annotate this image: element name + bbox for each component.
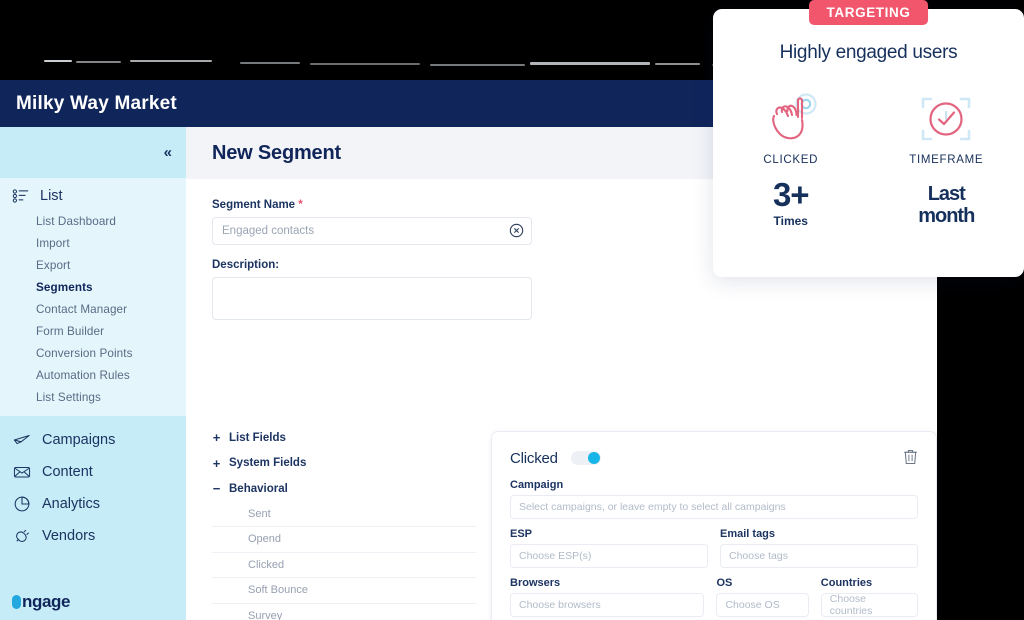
- clear-circle-icon[interactable]: [509, 223, 524, 238]
- logo-text: ngage: [22, 592, 71, 611]
- sidebar-item-label: Campaigns: [42, 432, 116, 448]
- tree-item-clicked[interactable]: Clicked: [212, 553, 476, 578]
- tree-item-survey[interactable]: Survey: [212, 604, 476, 620]
- click-hand-icon: [713, 90, 869, 148]
- sidebar-main-nav: Campaigns Content Analytics Vendors: [0, 416, 186, 552]
- countries-label: Countries: [820, 577, 873, 589]
- minus-icon: −: [212, 481, 221, 497]
- sidebar-item-import[interactable]: Import: [0, 232, 186, 254]
- required-asterisk: *: [298, 199, 303, 211]
- campaign-label: Campaign: [510, 479, 564, 491]
- targeting-stat-sub: Times: [773, 214, 808, 228]
- segment-name-input[interactable]: [212, 217, 532, 245]
- targeting-card: TARGETING Highly engaged users CLICKED 3…: [713, 0, 1024, 277]
- targeting-stats: CLICKED 3+ Times TIMEFRAME Last month: [713, 90, 1024, 228]
- segment-name-label-text: Segment Name: [212, 199, 296, 211]
- sidebar-item-automation-rules[interactable]: Automation Rules: [0, 364, 186, 386]
- trash-icon[interactable]: [903, 448, 918, 465]
- pie-chart-icon: [14, 496, 30, 512]
- plus-icon: +: [212, 455, 221, 471]
- os-field: OS Choose OS: [716, 568, 809, 617]
- targeting-stat-clicked: CLICKED 3+ Times: [713, 90, 869, 228]
- targeting-stat-caption: TIMEFRAME: [909, 154, 984, 166]
- esp-tags-row: ESP Choose ESP(s) Email tags Choose tags: [510, 519, 918, 568]
- plug-icon: [16, 529, 29, 543]
- sidebar-item-list-dashboard[interactable]: List Dashboard: [0, 210, 186, 232]
- condition-card: Clicked Campaign Select campaigns, or le…: [491, 431, 937, 620]
- sidebar-item-content[interactable]: Content: [0, 456, 186, 488]
- esp-input[interactable]: Choose ESP(s): [510, 544, 708, 568]
- tree-item-opend[interactable]: Opend: [212, 527, 476, 553]
- sidebar-item-vendors[interactable]: Vendors: [0, 520, 186, 552]
- sidebar-item-list-settings[interactable]: List Settings: [0, 386, 186, 408]
- condition-toggle[interactable]: [570, 451, 601, 465]
- countries-field: Countries Choose countries: [820, 568, 919, 617]
- sidebar-item-analytics[interactable]: Analytics: [0, 488, 186, 520]
- browsers-input[interactable]: Choose browsers: [510, 593, 705, 617]
- app-title: Milky Way Market: [16, 92, 177, 114]
- targeting-stat-value: Last month: [869, 183, 1024, 227]
- esp-field: ESP Choose ESP(s): [510, 519, 708, 568]
- countries-input[interactable]: Choose countries: [820, 593, 919, 617]
- sidebar-item-contact-manager[interactable]: Contact Manager: [0, 298, 186, 320]
- description-textarea[interactable]: [212, 277, 532, 320]
- sidebar-item-label: Vendors: [42, 528, 96, 544]
- sidebar-item-label: Content: [42, 464, 93, 480]
- sidebar-item-label: List: [40, 188, 63, 204]
- tree-group-label: System Fields: [229, 457, 307, 470]
- browsers-field: Browsers Choose browsers: [510, 568, 705, 617]
- list-icon: [12, 189, 29, 203]
- targeting-badge: TARGETING: [808, 0, 929, 25]
- browsers-os-countries-row: Browsers Choose browsers OS Choose OS Co…: [510, 568, 919, 617]
- targeting-title: Highly engaged users: [779, 42, 958, 63]
- field-tree: + List Fields + System Fields − Behavior…: [186, 425, 476, 620]
- targeting-stat-caption: CLICKED: [763, 154, 819, 166]
- chevron-double-left-icon[interactable]: «: [164, 145, 172, 160]
- sidebar-item-export[interactable]: Export: [0, 254, 186, 276]
- logo-mark-icon: [12, 595, 21, 609]
- tree-group-label: Behavioral: [229, 482, 288, 495]
- sidebar-item-segments[interactable]: Segments: [0, 276, 186, 298]
- sidebar-item-list[interactable]: List: [0, 182, 186, 210]
- segment-builder: + List Fields + System Fields − Behavior…: [186, 425, 937, 620]
- toggle-knob: [587, 452, 600, 464]
- targeting-stat-value: 3+: [772, 176, 810, 213]
- tree-group-system-fields[interactable]: + System Fields: [212, 451, 476, 477]
- sidebar-item-label: Analytics: [42, 496, 101, 512]
- segment-name-field: [212, 217, 532, 245]
- plus-icon: +: [212, 430, 221, 446]
- sidebar: « List List Dashboard Import Export Segm…: [0, 127, 186, 620]
- condition-title: Clicked: [510, 449, 558, 467]
- browsers-label: Browsers: [510, 577, 561, 589]
- clock-target-icon: [869, 90, 1024, 148]
- screenshot-root: Milky Way Market « List List Dashboard I…: [0, 0, 1024, 620]
- tree-group-behavioral[interactable]: − Behavioral: [212, 476, 476, 502]
- targeting-stat-value-line2: month: [918, 204, 975, 227]
- email-tags-field: Email tags Choose tags: [720, 519, 918, 568]
- targeting-stat-timeframe: TIMEFRAME Last month: [869, 90, 1024, 228]
- tree-item-sent[interactable]: Sent: [212, 502, 476, 527]
- sidebar-collapse-zone: «: [0, 127, 186, 178]
- os-input[interactable]: Choose OS: [716, 593, 809, 617]
- sidebar-item-conversion-points[interactable]: Conversion Points: [0, 342, 186, 364]
- tree-group-list-fields[interactable]: + List Fields: [212, 425, 476, 451]
- envelope-icon: [13, 467, 31, 478]
- tree-group-label: List Fields: [229, 431, 286, 444]
- sidebar-item-form-builder[interactable]: Form Builder: [0, 320, 186, 342]
- sidebar-item-campaigns[interactable]: Campaigns: [0, 424, 186, 456]
- targeting-stat-value-line1: Last: [927, 183, 966, 205]
- tree-item-soft-bounce[interactable]: Soft Bounce: [212, 578, 476, 604]
- esp-label: ESP: [510, 528, 533, 540]
- sidebar-list-group: List List Dashboard Import Export Segmen…: [0, 178, 186, 416]
- email-tags-input[interactable]: Choose tags: [720, 544, 918, 568]
- page-title: New Segment: [212, 141, 341, 164]
- condition-header: Clicked: [510, 446, 918, 470]
- os-label: OS: [716, 577, 733, 589]
- paper-plane-icon: [13, 435, 30, 445]
- email-tags-label: Email tags: [720, 528, 776, 540]
- campaign-input[interactable]: Select campaigns, or leave empty to sele…: [510, 495, 918, 519]
- ongage-logo: ngage: [12, 592, 70, 612]
